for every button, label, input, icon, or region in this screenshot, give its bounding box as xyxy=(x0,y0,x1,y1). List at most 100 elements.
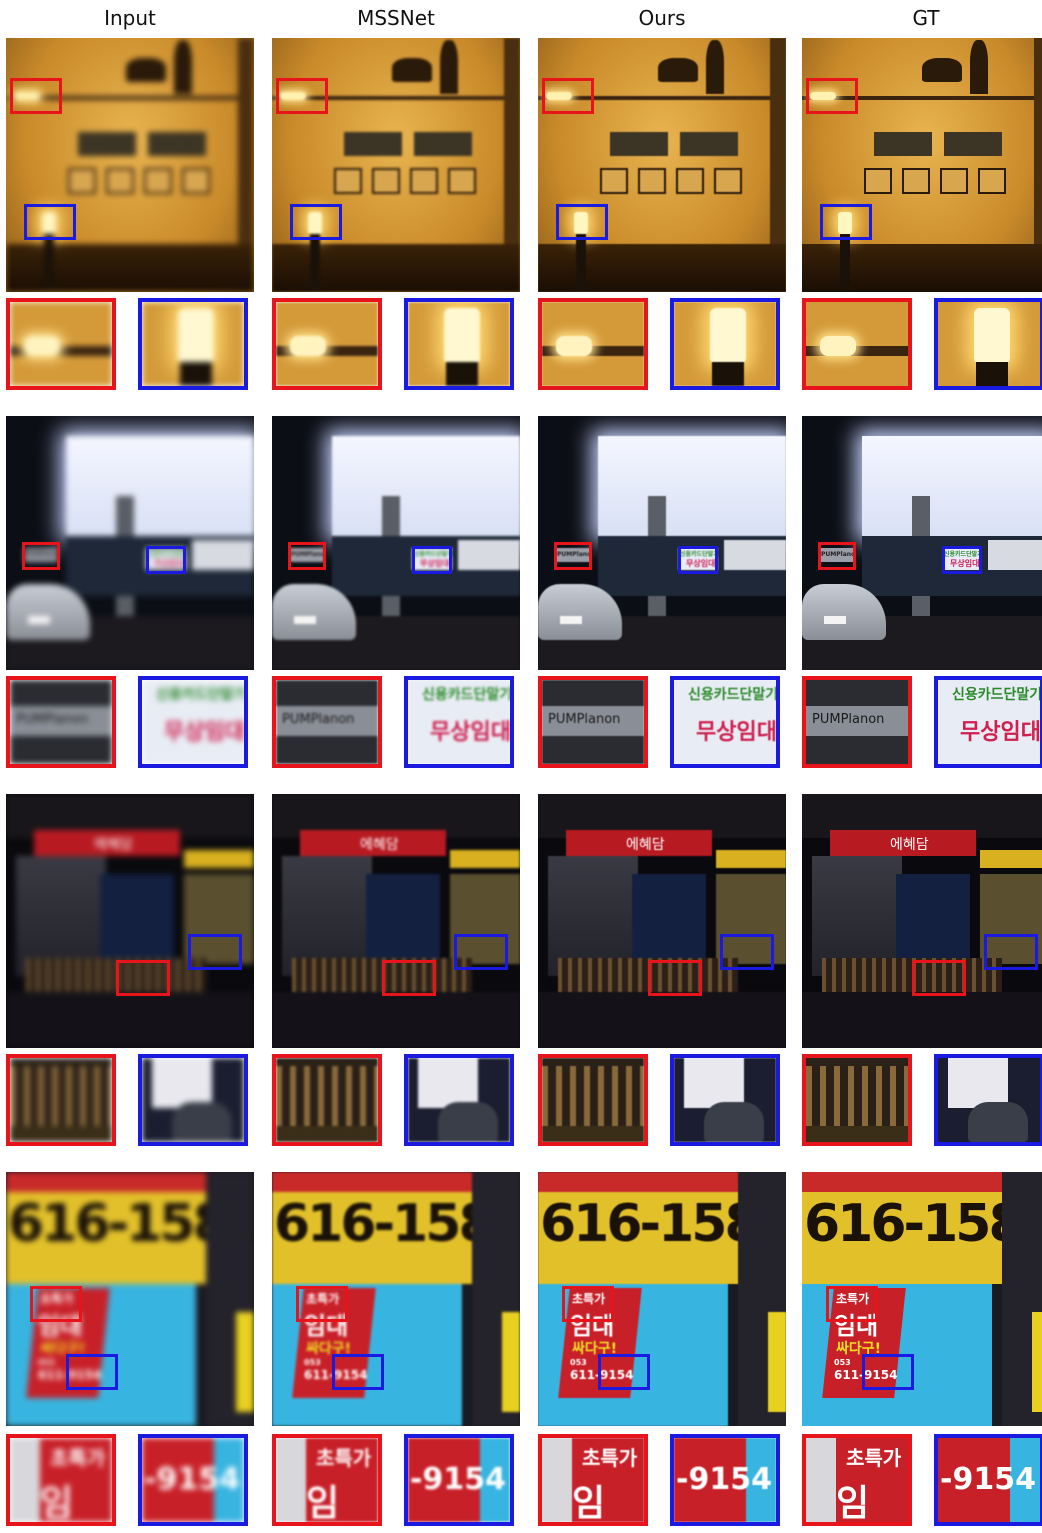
crop-content xyxy=(938,1058,1040,1142)
scene-content xyxy=(272,38,520,292)
scene-3-mssnet-red-zoom-box xyxy=(382,960,436,996)
scene-3-mssnet-image: 에혜담 xyxy=(272,794,520,1048)
scene-4-mssnet-red-zoom-box xyxy=(296,1286,348,1322)
scene-4-input-image: 616-1581 초특가 임대 싸다구! 053 611-9154 xyxy=(6,1172,254,1426)
yellow-sign xyxy=(450,850,520,868)
crop-content: -9154 xyxy=(142,1438,244,1522)
scene-4-ours-red-zoom-box xyxy=(562,1286,614,1322)
crop-content: PUMPlanon xyxy=(806,680,908,764)
special-price-text: 초특가 xyxy=(316,1446,372,1470)
scene-1-mssnet-red-crop xyxy=(272,298,382,390)
poster-edge xyxy=(806,1438,836,1522)
scene-4-ours-image: 616-1581 초특가 임대 싸다구! 053 611-9154 xyxy=(538,1172,786,1426)
person-silhouette-icon xyxy=(970,40,988,94)
scene-3-input-red-crop xyxy=(6,1054,116,1146)
crop-content: -9154 xyxy=(674,1438,776,1522)
scene-content: 에혜담 xyxy=(6,794,254,1048)
scene-4-ours-red-crop: 초특가 임 xyxy=(538,1434,648,1526)
scene-4-mssnet-red-crop: 초특가 임 xyxy=(272,1434,382,1526)
lamp-base xyxy=(180,362,212,386)
crop-content xyxy=(408,302,510,386)
scene-1-gt-image xyxy=(802,38,1042,292)
scene-4-mssnet-blue-crop: -9154 xyxy=(404,1434,514,1526)
scene-3-ours-blue-crop xyxy=(670,1054,780,1146)
dog-silhouette-icon xyxy=(392,58,432,82)
scene-4-mssnet-blue-zoom-box xyxy=(332,1354,384,1390)
scene-2-gt-blue-crop: 신용카드단말기 무상임대 xyxy=(934,676,1042,768)
ground xyxy=(10,1126,112,1142)
sign-panel-left xyxy=(78,132,136,156)
shop-window xyxy=(896,874,970,964)
lamp-light xyxy=(444,308,480,364)
license-plate xyxy=(560,616,582,624)
scene-2-ours-image: 신용카드단말기 무상임대 PUMPlanon xyxy=(538,416,786,670)
crop-content xyxy=(674,1058,776,1142)
scene-3-ours-red-crop xyxy=(538,1054,648,1146)
lit-panel xyxy=(418,1058,478,1108)
scene-1-gt-blue-crop xyxy=(934,298,1042,390)
scene-4-gt-red-zoom-box xyxy=(826,1286,878,1322)
pills-icon xyxy=(410,168,438,194)
sign-panel-right xyxy=(680,132,738,156)
scene-3-mssnet-blue-zoom-box xyxy=(454,934,508,970)
rent-text: 임 xyxy=(40,1483,74,1524)
scene-1-input-blue-zoom-box xyxy=(24,204,76,240)
banner-large xyxy=(458,540,520,570)
scene-content xyxy=(802,38,1042,292)
scene-content: 에혜담 xyxy=(802,794,1042,1048)
wooden-fence xyxy=(542,1066,644,1126)
stethoscope-icon xyxy=(334,168,362,194)
scene-2-input-image: 신용카드단말기 무상임대 PUMPlanon xyxy=(6,416,254,670)
crop-content xyxy=(276,1058,378,1142)
street xyxy=(272,992,520,1048)
wooden-fence xyxy=(10,1066,112,1126)
shop-sign-text: 에혜담 xyxy=(360,837,399,853)
crop-content: 신용카드단말기 무상임대 xyxy=(674,680,776,764)
wooden-fence xyxy=(276,1066,378,1126)
number-text: -9154 xyxy=(144,1462,240,1497)
sign-plate-text: PUMPlanon xyxy=(282,712,355,727)
crop-content xyxy=(938,302,1040,386)
special-price-text: 초특가 xyxy=(582,1446,638,1470)
building-lit-facade xyxy=(862,436,1042,536)
syringe-icon xyxy=(106,168,134,194)
scene-4-input-blue-zoom-box xyxy=(66,1354,118,1390)
scene-3-input-blue-zoom-box xyxy=(188,934,242,970)
scene-4-input-blue-crop: -9154 xyxy=(138,1434,248,1526)
scene-2-mssnet-image: 신용카드단말기 무상임대 PUMPlanon xyxy=(272,416,520,670)
number-text: -9154 xyxy=(940,1462,1036,1497)
rail-highlight xyxy=(24,336,60,356)
banner-top-text: 신용카드단말기 xyxy=(422,687,513,703)
street xyxy=(802,992,1042,1048)
scene-4-gt-red-crop: 초특가 임 xyxy=(802,1434,912,1526)
person-silhouette-icon xyxy=(440,40,458,94)
dog-silhouette-icon xyxy=(126,58,166,82)
sign-plate-text: PUMPlanon xyxy=(16,712,89,727)
area-code-text: 053 xyxy=(38,1358,55,1367)
scene-1-ours-blue-crop xyxy=(670,298,780,390)
banner-large xyxy=(988,540,1042,570)
scene-content: 에혜담 xyxy=(538,794,786,1048)
pills-icon xyxy=(144,168,172,194)
crop-content: PUMPlanon xyxy=(276,680,378,764)
ground xyxy=(276,1126,378,1142)
pills-icon xyxy=(940,168,968,194)
first-aid-icon xyxy=(182,168,210,194)
scene-2-input-red-zoom-box xyxy=(22,542,60,570)
shop-window xyxy=(100,874,174,964)
scene-3-mssnet-red-crop xyxy=(272,1054,382,1146)
crop-content xyxy=(276,302,378,386)
banner-large xyxy=(192,540,254,570)
scene-2-mssnet-blue-crop: 신용카드단말기 무상임대 xyxy=(404,676,514,768)
scene-2-gt-blue-zoom-box xyxy=(942,546,982,574)
scene-4-ours-blue-crop: -9154 xyxy=(670,1434,780,1526)
sign-plate-text: PUMPlanon xyxy=(548,712,621,727)
scene-content xyxy=(6,38,254,292)
scene-3-input-blue-crop xyxy=(138,1054,248,1146)
scene-3-gt-red-zoom-box xyxy=(912,960,966,996)
shop-window xyxy=(366,874,440,964)
scooter xyxy=(968,1102,1028,1142)
scene-2-gt-image: 신용카드단말기 무상임대 PUMPlanon xyxy=(802,416,1042,670)
stethoscope-icon xyxy=(600,168,628,194)
scene-2-input-blue-crop: 신용카드단말기 무상임대 xyxy=(138,676,248,768)
